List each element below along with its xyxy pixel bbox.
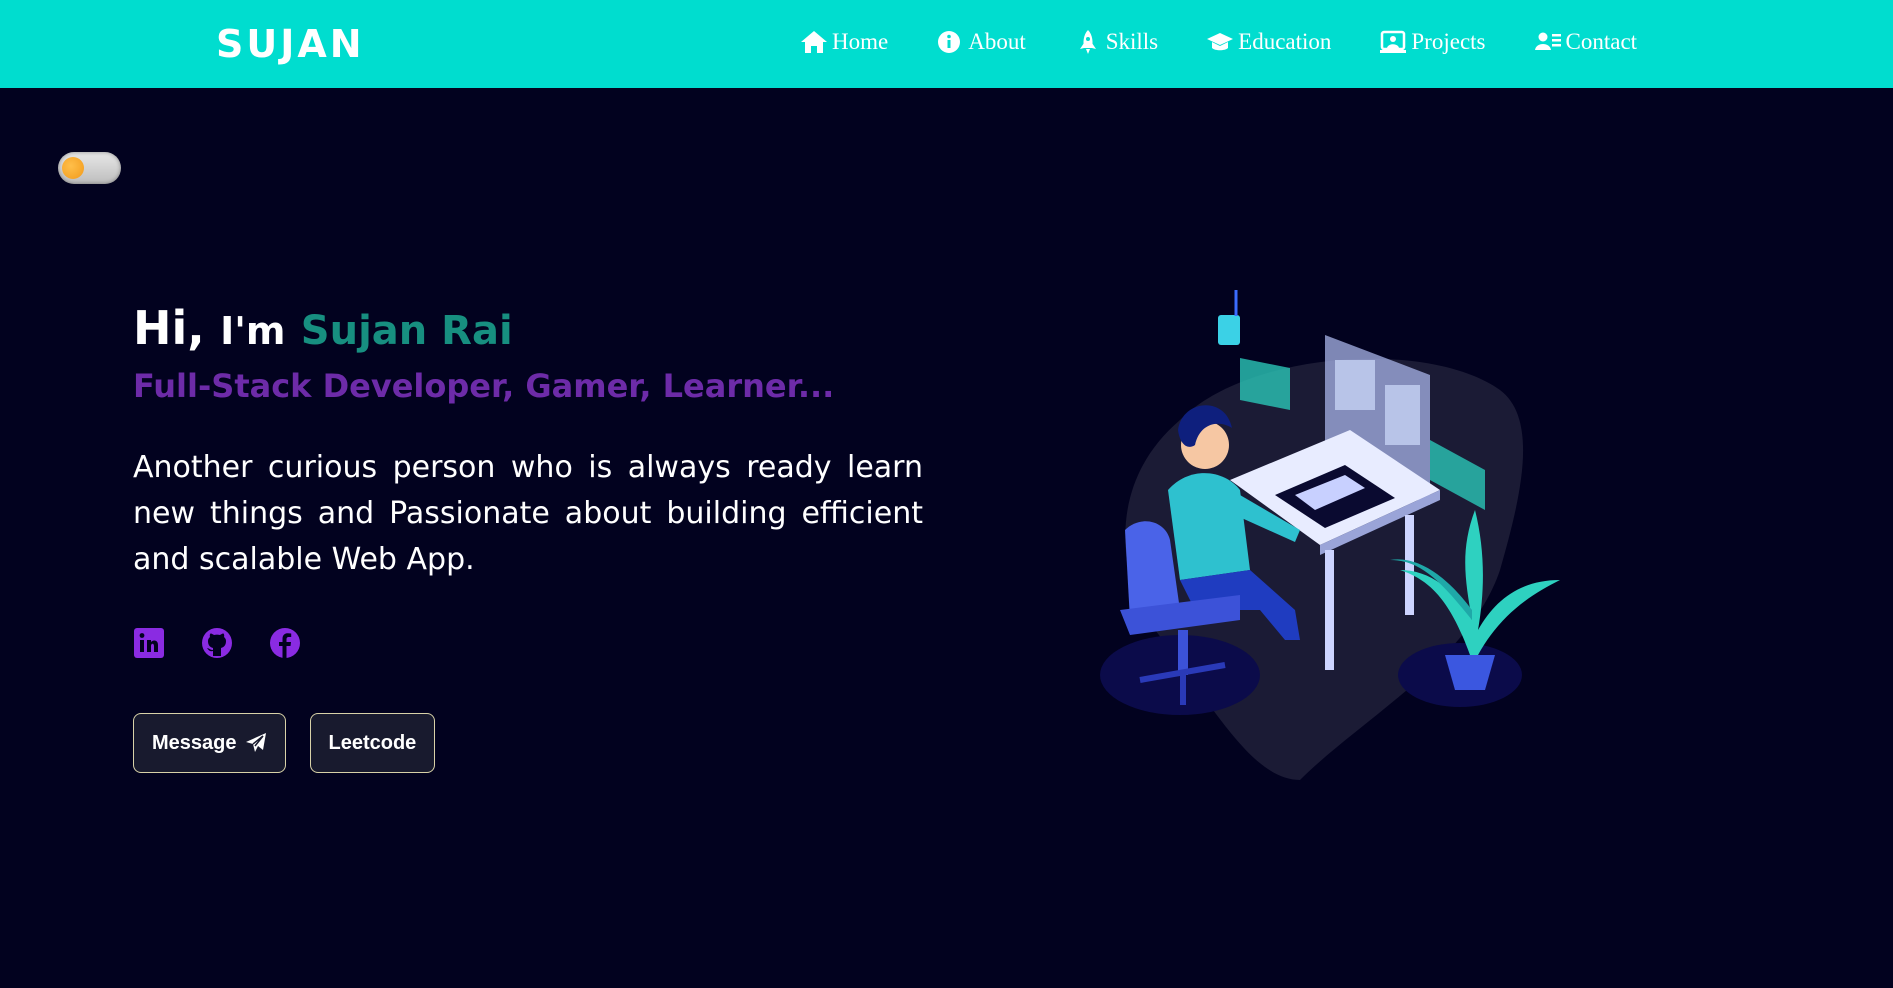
nav-links: Home About Skills Education Projects Con…: [800, 26, 1685, 58]
nav-about[interactable]: About: [936, 26, 1026, 58]
nav-home-label: Home: [832, 29, 889, 54]
social-links: [133, 627, 923, 659]
nav-skills-label: Skills: [1105, 29, 1159, 54]
nav-home[interactable]: Home: [800, 26, 888, 58]
paper-plane-icon: [245, 733, 266, 752]
graduation-cap-icon: [1207, 33, 1234, 51]
nav-education-label: Education: [1238, 29, 1332, 54]
nav-contact[interactable]: Contact: [1534, 26, 1638, 58]
developer-at-desk-illustration: [1100, 290, 1560, 780]
message-button[interactable]: Message: [133, 713, 286, 773]
greeting-hi: Hi,: [133, 301, 205, 355]
nav-projects-label: Projects: [1411, 29, 1486, 54]
linkedin-icon[interactable]: [133, 627, 165, 659]
github-icon[interactable]: [201, 627, 233, 659]
hero-greeting: Hi, I'm Sujan Rai: [133, 300, 923, 359]
hero-buttons: Message Leetcode: [133, 713, 923, 773]
hero-section: Hi, I'm Sujan Rai Full-Stack Developer, …: [133, 300, 923, 773]
brand-logo[interactable]: SUJAN: [216, 22, 365, 66]
nav-about-label: About: [968, 29, 1026, 54]
facebook-icon[interactable]: [269, 627, 301, 659]
leetcode-button-label: Leetcode: [328, 731, 417, 754]
rocket-icon: [1079, 30, 1096, 54]
hero-tagline: Full-Stack Developer, Gamer, Learner...: [133, 367, 835, 405]
laptop-user-icon: [1380, 30, 1407, 53]
nav-projects[interactable]: Projects: [1379, 26, 1486, 58]
message-button-label: Message: [152, 731, 237, 754]
nav-contact-label: Contact: [1565, 29, 1638, 54]
navbar: SUJAN Home About Skills Education Projec…: [0, 0, 1893, 88]
theme-toggle-knob: [62, 157, 84, 179]
nav-skills[interactable]: Skills: [1074, 26, 1158, 58]
info-icon: [938, 31, 961, 53]
nav-education[interactable]: Education: [1206, 26, 1331, 58]
home-icon: [801, 31, 827, 53]
greeting-im: I'm: [220, 309, 286, 353]
leetcode-button[interactable]: Leetcode: [309, 713, 436, 773]
contact-card-icon: [1534, 32, 1561, 50]
hero-bio: Another curious person who is always rea…: [133, 450, 923, 577]
hero-name: Sujan Rai: [300, 308, 513, 354]
theme-toggle[interactable]: [58, 152, 121, 184]
